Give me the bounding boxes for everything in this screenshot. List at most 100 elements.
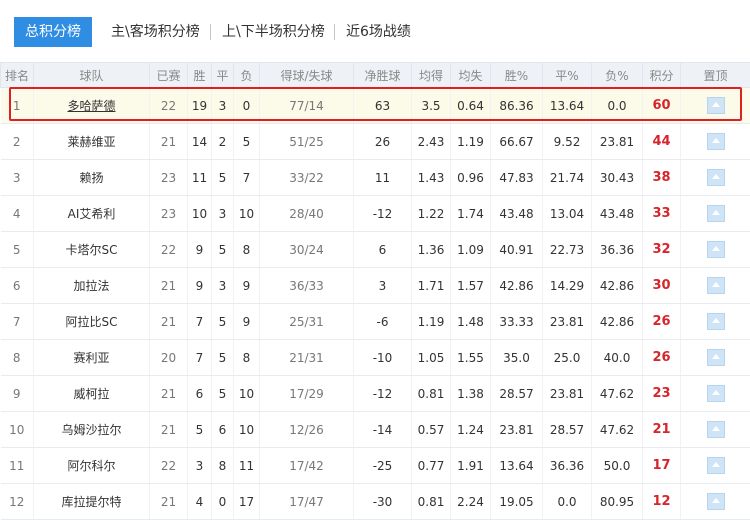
cell-points: 60 xyxy=(643,88,681,124)
cell-played: 21 xyxy=(150,376,188,412)
cell-points: 21 xyxy=(643,412,681,448)
cell-won: 9 xyxy=(188,232,212,268)
team-name-link[interactable]: 多哈萨德 xyxy=(67,99,115,113)
header-goals: 得球/失球 xyxy=(260,63,354,88)
cell-draw-pct: 22.73 xyxy=(543,232,592,268)
team-name-link[interactable]: 乌姆沙拉尔 xyxy=(61,423,121,437)
cell-pin xyxy=(681,304,750,340)
pin-to-top-icon[interactable] xyxy=(707,241,725,258)
cell-goals: 30/24 xyxy=(260,232,354,268)
cell-avg-scored: 1.71 xyxy=(412,268,451,304)
table-row: 2莱赫维亚21142551/25262.431.1966.679.5223.81… xyxy=(1,124,750,160)
cell-played: 21 xyxy=(150,124,188,160)
team-name-link[interactable]: 阿尔科尔 xyxy=(67,459,115,473)
table-row: 5卡塔尔SC2295830/2461.361.0940.9122.7336.36… xyxy=(1,232,750,268)
cell-team[interactable]: 多哈萨德 xyxy=(34,88,150,124)
team-name-link[interactable]: 加拉法 xyxy=(73,279,109,293)
pin-to-top-icon[interactable] xyxy=(707,97,725,114)
cell-loss-pct: 40.0 xyxy=(592,340,643,376)
team-name-link[interactable]: 威柯拉 xyxy=(73,387,109,401)
team-name-link[interactable]: 库拉提尔特 xyxy=(61,495,121,509)
header-win-pct: 胜% xyxy=(491,63,543,88)
cell-avg-conceded: 1.19 xyxy=(451,124,491,160)
team-name-link[interactable]: 阿拉比SC xyxy=(66,315,118,329)
cell-played: 21 xyxy=(150,412,188,448)
cell-goals: 17/29 xyxy=(260,376,354,412)
cell-goals: 21/31 xyxy=(260,340,354,376)
team-name-link[interactable]: 莱赫维亚 xyxy=(67,135,115,149)
cell-team[interactable]: 乌姆沙拉尔 xyxy=(34,412,150,448)
pin-to-top-icon[interactable] xyxy=(707,169,725,186)
cell-played: 23 xyxy=(150,160,188,196)
cell-drawn: 3 xyxy=(212,196,234,232)
cell-drawn: 6 xyxy=(212,412,234,448)
cell-points: 23 xyxy=(643,376,681,412)
table-row: 7阿拉比SC2175925/31-61.191.4833.3323.8142.8… xyxy=(1,304,750,340)
team-name-link[interactable]: 赛利亚 xyxy=(73,351,109,365)
cell-lost: 0 xyxy=(234,88,260,124)
pin-to-top-icon[interactable] xyxy=(707,133,725,150)
cell-lost: 17 xyxy=(234,484,260,520)
cell-draw-pct: 23.81 xyxy=(543,304,592,340)
cell-loss-pct: 47.62 xyxy=(592,412,643,448)
cell-loss-pct: 80.95 xyxy=(592,484,643,520)
tab-last-six[interactable]: 近6场战绩 xyxy=(346,17,411,47)
cell-loss-pct: 47.62 xyxy=(592,376,643,412)
cell-team[interactable]: 阿拉比SC xyxy=(34,304,150,340)
cell-team[interactable]: 莱赫维亚 xyxy=(34,124,150,160)
cell-win-pct: 66.67 xyxy=(491,124,543,160)
cell-goal-diff: -14 xyxy=(354,412,412,448)
pin-to-top-icon[interactable] xyxy=(707,349,725,366)
pin-to-top-icon[interactable] xyxy=(707,493,725,510)
pin-to-top-icon[interactable] xyxy=(707,457,725,474)
cell-avg-conceded: 1.91 xyxy=(451,448,491,484)
tab-total-standings[interactable]: 总积分榜 xyxy=(14,17,92,47)
pin-to-top-icon[interactable] xyxy=(707,313,725,330)
cell-pin xyxy=(681,196,750,232)
team-name-link[interactable]: 赖扬 xyxy=(79,171,103,185)
cell-team[interactable]: 加拉法 xyxy=(34,268,150,304)
cell-points: 26 xyxy=(643,340,681,376)
cell-avg-scored: 0.81 xyxy=(412,376,451,412)
tab-half-standings[interactable]: 上\下半场积分榜 xyxy=(222,17,325,47)
cell-draw-pct: 23.81 xyxy=(543,376,592,412)
pin-to-top-icon[interactable] xyxy=(707,421,725,438)
cell-drawn: 3 xyxy=(212,88,234,124)
team-name-link[interactable]: 卡塔尔SC xyxy=(66,243,118,257)
cell-avg-scored: 1.05 xyxy=(412,340,451,376)
cell-win-pct: 13.64 xyxy=(491,448,543,484)
cell-avg-conceded: 1.55 xyxy=(451,340,491,376)
cell-avg-scored: 0.77 xyxy=(412,448,451,484)
pin-to-top-icon[interactable] xyxy=(707,385,725,402)
pin-to-top-icon[interactable] xyxy=(707,205,725,222)
cell-loss-pct: 42.86 xyxy=(592,304,643,340)
cell-win-pct: 28.57 xyxy=(491,376,543,412)
cell-team[interactable]: 赛利亚 xyxy=(34,340,150,376)
cell-team[interactable]: 威柯拉 xyxy=(34,376,150,412)
table-row: 12库拉提尔特21401717/47-300.812.2419.050.080.… xyxy=(1,484,750,520)
cell-rank: 5 xyxy=(1,232,34,268)
cell-rank: 10 xyxy=(1,412,34,448)
team-name-link[interactable]: AI艾希利 xyxy=(68,207,116,221)
cell-team[interactable]: 卡塔尔SC xyxy=(34,232,150,268)
cell-goals: 28/40 xyxy=(260,196,354,232)
cell-goal-diff: 26 xyxy=(354,124,412,160)
tab-home-away-standings[interactable]: 主\客场积分榜 xyxy=(111,17,200,47)
cell-team[interactable]: AI艾希利 xyxy=(34,196,150,232)
cell-draw-pct: 14.29 xyxy=(543,268,592,304)
cell-pin xyxy=(681,340,750,376)
cell-team[interactable]: 阿尔科尔 xyxy=(34,448,150,484)
cell-drawn: 8 xyxy=(212,448,234,484)
cell-pin xyxy=(681,88,750,124)
header-loss-pct: 负% xyxy=(592,63,643,88)
cell-lost: 8 xyxy=(234,232,260,268)
standings-table: 排名 球队 已赛 胜 平 负 得球/失球 净胜球 均得 均失 胜% 平% 负% … xyxy=(0,62,750,520)
cell-win-pct: 43.48 xyxy=(491,196,543,232)
pin-to-top-icon[interactable] xyxy=(707,277,725,294)
cell-team[interactable]: 赖扬 xyxy=(34,160,150,196)
header-lost: 负 xyxy=(234,63,260,88)
header-drawn: 平 xyxy=(212,63,234,88)
cell-loss-pct: 50.0 xyxy=(592,448,643,484)
cell-team[interactable]: 库拉提尔特 xyxy=(34,484,150,520)
table-row: 11阿尔科尔22381117/42-250.771.9113.6436.3650… xyxy=(1,448,750,484)
